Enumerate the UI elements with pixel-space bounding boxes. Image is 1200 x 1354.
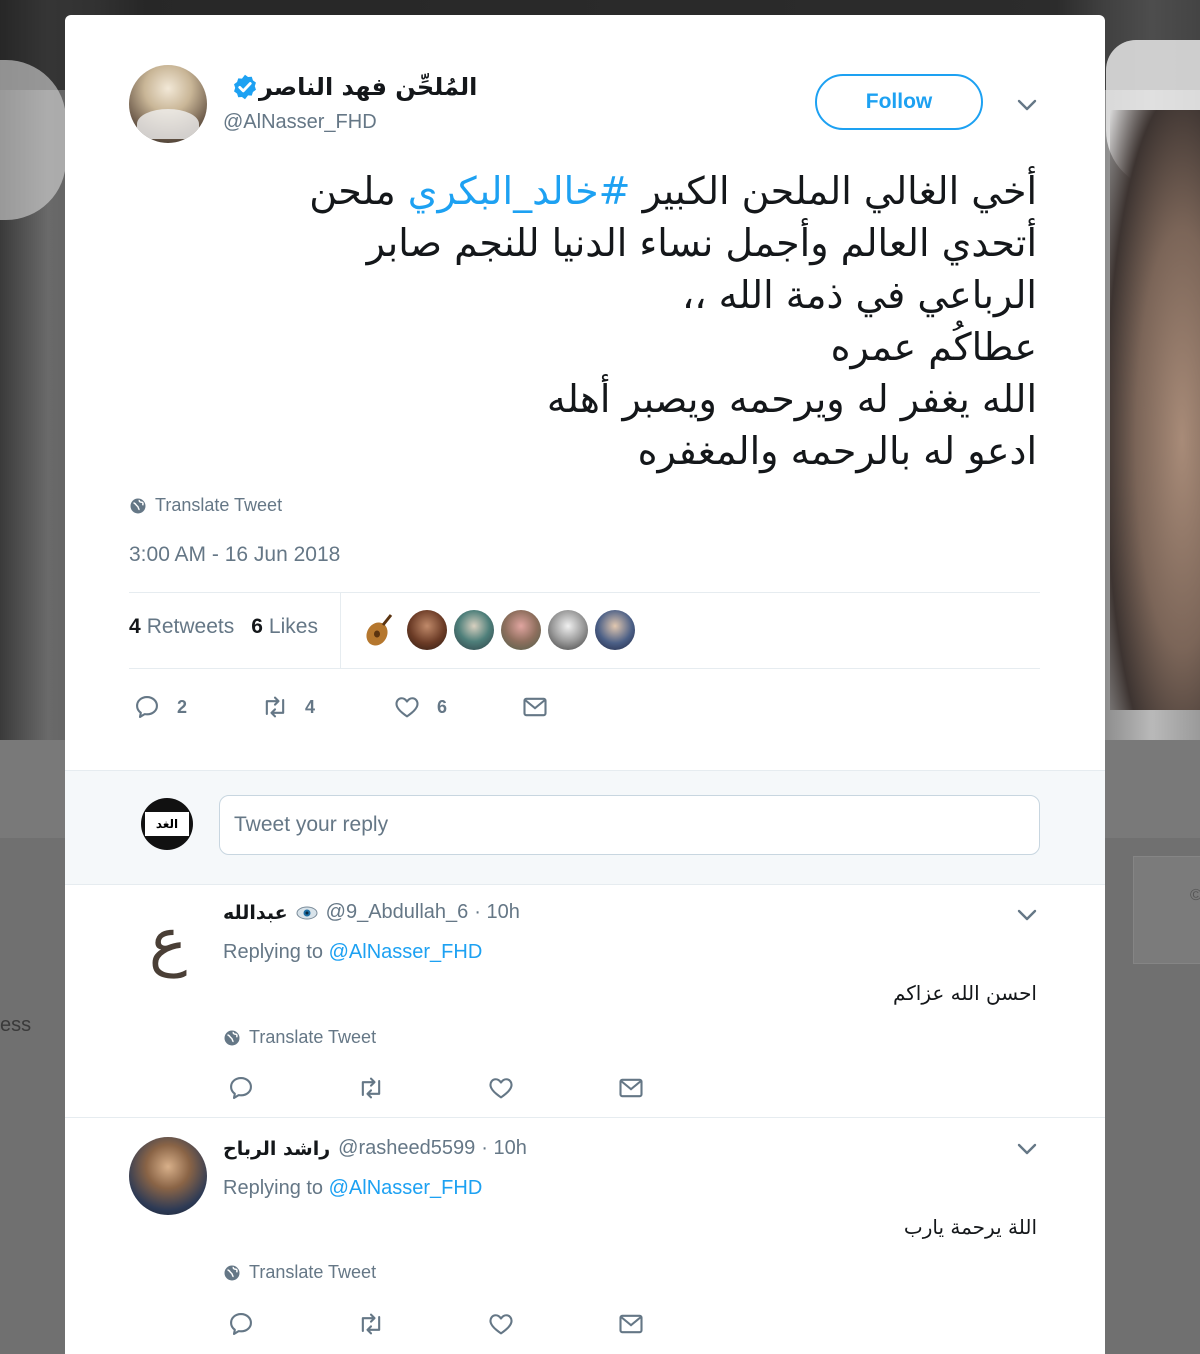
liker-avatar[interactable]: [407, 610, 447, 650]
reply-composer: الغد Tweet your reply: [65, 770, 1105, 885]
translate-tweet-link[interactable]: Translate Tweet: [129, 495, 282, 516]
reply-icon: [230, 1077, 252, 1099]
retweet-icon: [265, 696, 285, 718]
author-handle[interactable]: @AlNasser_FHD: [223, 111, 377, 134]
retweet-action[interactable]: [357, 1074, 487, 1102]
reply-author-handle[interactable]: @9_Abdullah_6: [326, 901, 469, 924]
retweets-stat[interactable]: 4 Retweets: [129, 615, 234, 639]
background-side-card: ©: [1133, 856, 1200, 964]
heart-icon: [489, 1314, 513, 1335]
reply-author-name[interactable]: عبدالله: [223, 902, 288, 924]
chevron-down-icon[interactable]: [1015, 1137, 1039, 1161]
like-action[interactable]: [487, 1310, 617, 1338]
like-action[interactable]: 6: [393, 693, 521, 721]
retweet-action[interactable]: [357, 1310, 487, 1338]
mention-link[interactable]: @AlNasser_FHD: [329, 941, 483, 963]
stats-divider: [340, 593, 341, 668]
reply-actions: [227, 1310, 645, 1338]
hashtag-link[interactable]: #خالد_البكري: [408, 169, 631, 213]
liker-avatars: [360, 610, 642, 650]
globe-icon: [224, 1265, 240, 1280]
oud-avatar-icon[interactable]: [360, 610, 400, 650]
reply-header: عبدالله @9_Abdullah_6 · 10h: [223, 901, 520, 924]
reply-author-handle[interactable]: @rasheed5599: [338, 1137, 475, 1160]
tweet-text: أخي الغالي الملحن الكبير #خالد_البكري مل…: [309, 169, 1037, 473]
reply-avatar[interactable]: [129, 1137, 207, 1215]
heart-icon: [395, 697, 419, 718]
reply-time[interactable]: · 10h: [474, 901, 520, 924]
chevron-down-icon[interactable]: [1015, 903, 1039, 927]
follow-button[interactable]: Follow: [815, 74, 983, 130]
reply-time[interactable]: · 10h: [481, 1137, 527, 1160]
tweet-modal: المُلحِّن فهد الناصر @AlNasser_FHD Follo…: [65, 15, 1105, 1354]
divider: [129, 592, 1040, 593]
envelope-icon: [619, 1078, 643, 1098]
direct-message-action[interactable]: [617, 1074, 645, 1102]
reply-action[interactable]: 2: [133, 693, 261, 721]
chevron-down-icon[interactable]: [1015, 93, 1039, 117]
author-name-row[interactable]: المُلحِّن فهد الناصر: [223, 69, 523, 105]
reply-actions: [227, 1074, 645, 1102]
reply-text: اللة يرحمة يارب: [903, 1215, 1037, 1239]
reply-action[interactable]: [227, 1310, 357, 1338]
tweet-timestamp[interactable]: 3:00 AM - 16 Jun 2018: [129, 543, 340, 567]
mention-link[interactable]: @AlNasser_FHD: [329, 1177, 483, 1199]
reply-item[interactable]: ع عبدالله @9_Abdullah_6 · 10h Replying t…: [65, 883, 1105, 1118]
reply-item[interactable]: راشد الرباح @rasheed5599 · 10h Replying …: [65, 1117, 1105, 1354]
retweet-icon: [361, 1313, 381, 1335]
reply-icon: [230, 1313, 252, 1335]
translate-tweet-link[interactable]: Translate Tweet: [223, 1027, 376, 1048]
verified-badge-icon: [234, 74, 256, 100]
translate-tweet-link[interactable]: Translate Tweet: [223, 1262, 376, 1283]
current-user-avatar[interactable]: الغد: [141, 798, 193, 850]
envelope-icon: [619, 1314, 643, 1334]
globe-icon: [224, 1030, 240, 1045]
tweet-stats: 4 Retweets 6 Likes: [129, 615, 335, 639]
liker-avatar[interactable]: [595, 610, 635, 650]
liker-avatar[interactable]: [501, 610, 541, 650]
retweet-icon: [361, 1077, 381, 1099]
author-avatar[interactable]: [129, 65, 207, 143]
background-text: ess: [0, 1014, 32, 1036]
divider: [129, 668, 1040, 669]
envelope-icon: [523, 697, 547, 717]
reply-input[interactable]: Tweet your reply: [219, 795, 1040, 855]
reply-avatar[interactable]: ع: [129, 903, 207, 981]
liker-avatar[interactable]: [548, 610, 588, 650]
liker-avatar[interactable]: [454, 610, 494, 650]
replying-to: Replying to @AlNasser_FHD: [223, 1177, 483, 1199]
reply-action[interactable]: [227, 1074, 357, 1102]
direct-message-action[interactable]: [521, 693, 549, 721]
likes-stat[interactable]: 6 Likes: [251, 615, 318, 639]
reply-author-name[interactable]: راشد الرباح: [223, 1138, 330, 1160]
direct-message-action[interactable]: [617, 1310, 645, 1338]
author-display-name[interactable]: المُلحِّن فهد الناصر: [259, 73, 477, 101]
like-action[interactable]: [487, 1074, 617, 1102]
eye-icon: [296, 906, 318, 919]
retweet-action[interactable]: 4: [261, 693, 393, 721]
heart-icon: [489, 1078, 513, 1099]
replying-to: Replying to @AlNasser_FHD: [223, 941, 483, 963]
tweet-actions: 2 4 6: [133, 693, 549, 721]
reply-text: احسن الله عزاكم: [892, 981, 1037, 1005]
reply-header: راشد الرباح @rasheed5599 · 10h: [223, 1137, 527, 1160]
reply-icon: [136, 696, 158, 718]
globe-icon: [130, 498, 146, 513]
